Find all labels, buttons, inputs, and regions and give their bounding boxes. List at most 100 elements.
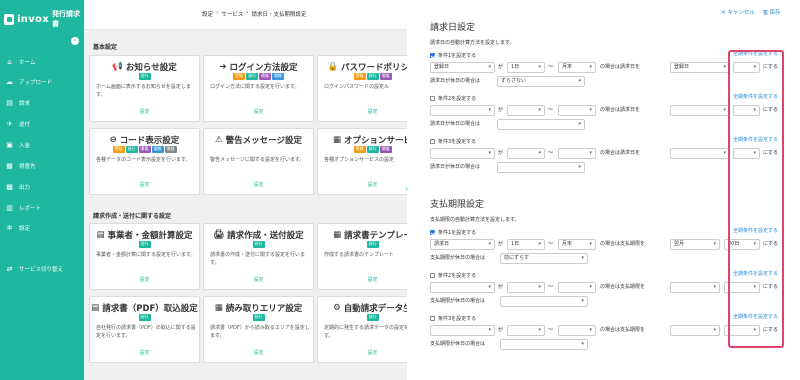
card-settings-link[interactable]: 設定 [204, 181, 313, 188]
select-from-day[interactable]: 1日 [507, 239, 545, 250]
sidebar-item-7[interactable]: ▥ レポート [0, 202, 84, 214]
expand-arrow-icon[interactable]: › [405, 184, 408, 193]
card-settings-link[interactable]: 設定 [90, 349, 199, 356]
select-holiday-shift[interactable]: ずらさない [497, 76, 585, 87]
checkbox-icon[interactable] [430, 316, 435, 321]
select-to-day[interactable]: 月末 [558, 239, 596, 250]
label-if: の場合は請求日を [600, 64, 641, 70]
card-settings-link[interactable]: 設定 [204, 276, 313, 283]
collapse-sidebar-icon[interactable]: ‹ [71, 37, 79, 45]
service-badge: 発行 [138, 314, 151, 321]
sidebar-item-0[interactable]: ⌂ ホーム [0, 56, 84, 68]
setting-card[interactable]: ▦ オプションサービ 受取 発行 債権 各種オプションサービスの設定 設定 [317, 128, 409, 195]
card-title: ➜ ログイン方法設定 [219, 62, 298, 73]
sidebar-item-8[interactable]: ✲ 設定 [0, 222, 84, 234]
card-icon: ▤ [91, 303, 100, 313]
select-base-date[interactable] [430, 105, 495, 116]
sidebar-item-label: 出力 [19, 185, 31, 191]
select-holiday-shift[interactable] [500, 296, 588, 307]
select-target-date[interactable] [670, 105, 730, 116]
select-to-day[interactable] [558, 148, 596, 159]
select-from-day[interactable] [507, 325, 545, 336]
setting-card[interactable]: ➜ ログイン方法設定 受取 発行 債権 電帳 ログイン方法に関する設定を行います。 設定 [203, 55, 314, 122]
setting-card[interactable]: ▦ 請求書テンプレー 発行 作成する請求書のテンプレート 設定 [317, 223, 409, 290]
card-settings-link[interactable]: 設定 [90, 276, 199, 283]
setting-card[interactable]: ⚙自動請求データ生発行定期的に発生する請求データの設定を行います。設定 [317, 296, 409, 363]
sidebar-item-label: 設定 [19, 226, 31, 232]
select-base-date[interactable] [430, 325, 495, 336]
customer-icon: ▦ [6, 162, 13, 170]
card-settings-link[interactable]: 設定 [90, 181, 199, 188]
card-settings-link[interactable]: 設定 [204, 108, 313, 115]
setting-card[interactable]: 🖨 請求作成・送付設定 発行 請求書の作成・送付に関する設定を行います。 設定 [203, 223, 314, 290]
switch-service-button[interactable]: ⇄ サービス切り替え [0, 263, 84, 275]
section-basic-title: 基本設定 [93, 44, 118, 51]
select-base-date[interactable]: 登録日 [430, 62, 495, 73]
select-holiday-shift[interactable] [497, 119, 585, 130]
condition-1-checkbox[interactable]: 条件1を設定する [430, 52, 476, 59]
select-month[interactable] [670, 325, 720, 336]
sidebar-item-2[interactable]: ▤ 請求 [0, 97, 84, 109]
sidebar-item-label: 請求 [19, 101, 31, 107]
select-target-date[interactable] [670, 148, 730, 159]
select-to-day[interactable] [558, 282, 596, 293]
breadcrumb-service[interactable]: サービス [221, 10, 243, 18]
setting-card[interactable]: ▤ 請求書（PDF）取込設定 発行 自社発行の請求書（PDF）の取込に関する設定を行い… [89, 296, 200, 363]
select-holiday-shift[interactable] [500, 339, 588, 350]
checkbox-icon[interactable] [430, 230, 435, 235]
select-to-day[interactable] [558, 325, 596, 336]
condition-2-checkbox[interactable]: 条件2を設定する [430, 272, 476, 279]
card-settings-link[interactable]: 設定 [318, 349, 409, 356]
label-ga: が [498, 327, 504, 333]
card-settings-link[interactable]: 設定 [318, 276, 409, 283]
select-base-date[interactable] [430, 148, 495, 159]
checkbox-icon[interactable] [430, 273, 435, 278]
select-holiday-shift[interactable]: 前にずらす [500, 253, 588, 264]
checkbox-icon[interactable] [430, 53, 435, 58]
select-holiday-shift[interactable] [497, 162, 585, 173]
condition-1-checkbox[interactable]: 条件1を設定する [430, 229, 476, 236]
sidebar-item-6[interactable]: ▩ 出力 [0, 181, 84, 193]
select-base-date[interactable] [430, 282, 495, 293]
select-to-day[interactable]: 月末 [558, 62, 596, 73]
setting-card[interactable]: ▦ 読み取りエリア設定 発行 請求書（PDF）から読み取るエリアを設定します。 設定 [203, 296, 314, 363]
select-from-day[interactable] [507, 282, 545, 293]
sidebar-item-3[interactable]: ✈ 送付 [0, 118, 84, 130]
card-title: 🖨 請求作成・送付設定 [213, 230, 304, 241]
sidebar-item-5[interactable]: ▦ 得意先 [0, 160, 84, 172]
setting-card[interactable]: ⊖ コード表示設定 受取 発行 債権 電帳 債務 各種データのコード表示設定を行います。 設定 [89, 128, 200, 195]
cancel-button[interactable]: ✕ キャンセル [721, 8, 755, 16]
setting-card[interactable]: ⚠ 警告メッセージ設定 警告メッセージに関する設定を行います。 設定 [203, 128, 314, 195]
breadcrumb-settings[interactable]: 設定 [202, 10, 213, 18]
select-from-day[interactable] [507, 105, 545, 116]
checkbox-icon[interactable] [430, 96, 435, 101]
service-badge: 発行 [252, 241, 265, 248]
card-settings-link[interactable]: 設定 [318, 181, 409, 188]
select-month[interactable] [670, 282, 720, 293]
label-tilde: 〜 [548, 284, 554, 290]
card-settings-link[interactable]: 設定 [204, 349, 313, 356]
card-settings-link[interactable]: 設定 [318, 108, 409, 115]
sidebar-item-1[interactable]: ☁ アップロード [0, 76, 84, 88]
select-target-date[interactable]: 登録日 [670, 62, 730, 73]
setting-card[interactable]: 🔒パスワードポリシー受取発行債権ログインパスワードの設定ル設定 [317, 55, 409, 122]
select-from-day[interactable] [507, 148, 545, 159]
setting-card[interactable]: 📢 お知らせ設定 発行 ホーム画面に表示するお知らせを設定します。 設定 [89, 55, 200, 122]
save-button[interactable]: 🖫 保存 [763, 8, 780, 18]
output-icon: ▩ [6, 183, 13, 191]
condition-3-checkbox[interactable]: 条件3を設定する [430, 315, 476, 322]
sidebar-item-4[interactable]: ▣ 入金 [0, 139, 84, 151]
card-title: ⊖ コード表示設定 [109, 135, 180, 146]
condition-3-checkbox[interactable]: 条件3を設定する [430, 138, 476, 145]
breadcrumb: 設定 › サービス › 請求日・支払期限設定 [202, 10, 307, 18]
condition-2-checkbox[interactable]: 条件2を設定する [430, 95, 476, 102]
upload-icon: ☁ [6, 78, 13, 86]
select-from-day[interactable]: 1日 [507, 62, 545, 73]
checkbox-icon[interactable] [430, 139, 435, 144]
setting-card[interactable]: ▤ 事業者・金額計算設定 発行 事業者・金額計算に関する設定を行います。 設定 [89, 223, 200, 290]
select-base-date[interactable]: 請求日 [430, 239, 495, 250]
select-to-day[interactable] [558, 105, 596, 116]
card-settings-link[interactable]: 設定 [90, 108, 199, 115]
select-month[interactable]: 翌月 [670, 239, 720, 250]
home-icon: ⌂ [7, 58, 12, 66]
